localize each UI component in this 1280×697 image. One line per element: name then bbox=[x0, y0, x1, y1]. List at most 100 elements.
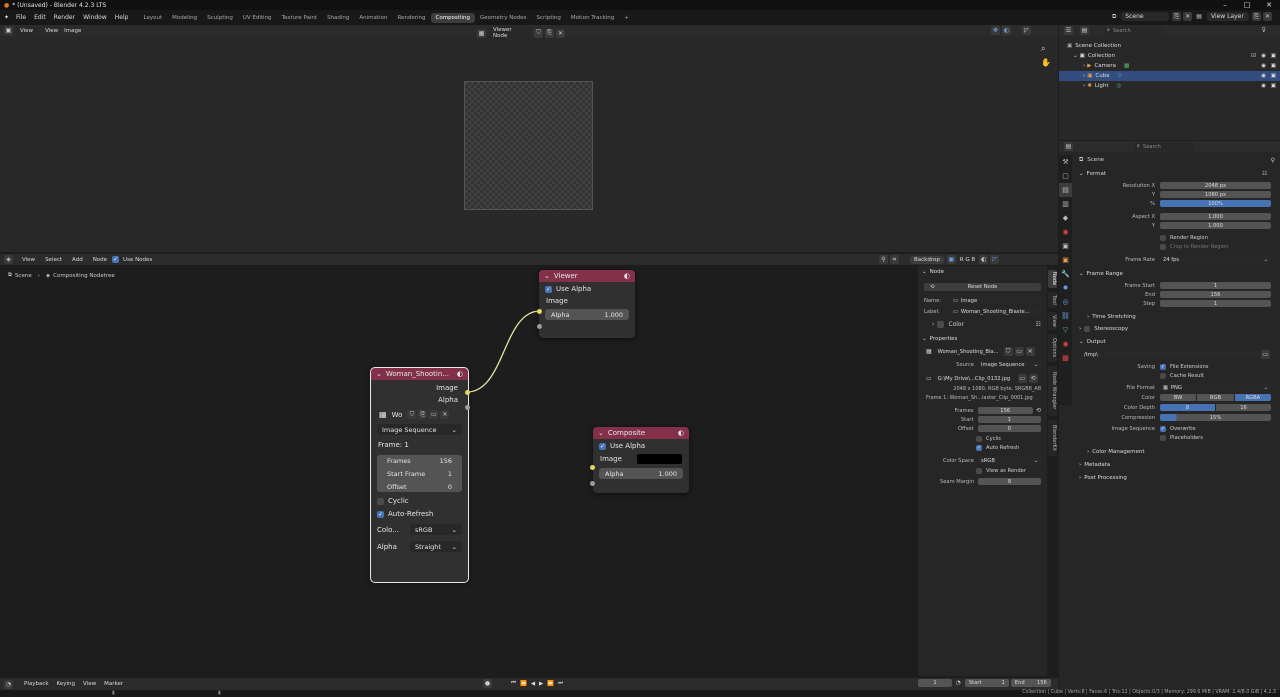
close-button[interactable]: ✕ bbox=[1258, 0, 1280, 10]
sidebar-fake-user-icon[interactable]: ⛉ bbox=[1003, 347, 1013, 356]
view-layer-selector[interactable]: View Layer bbox=[1206, 12, 1249, 21]
sidebar-tab-tool[interactable]: Tool bbox=[1048, 292, 1057, 308]
timeline-menu-marker[interactable]: Marker bbox=[104, 681, 123, 687]
alpha-output-socket[interactable] bbox=[465, 405, 470, 410]
color-space-dropdown[interactable]: sRGB bbox=[415, 526, 432, 534]
metadata-header[interactable]: Metadata bbox=[1084, 462, 1110, 468]
time-stretching-header[interactable]: Time Stretching bbox=[1092, 314, 1136, 320]
auto-refresh-checkbox[interactable]: ✓ bbox=[377, 510, 384, 518]
outliner-item-scene-collection[interactable]: ▣ Scene Collection bbox=[1059, 41, 1280, 51]
world-tab-icon[interactable]: ◉ bbox=[1059, 225, 1072, 239]
sidebar-tab-options[interactable]: Options bbox=[1048, 334, 1057, 362]
aspect-y-field[interactable]: 1.000 bbox=[1208, 223, 1223, 229]
collection-exclude-checkbox[interactable]: ☑ bbox=[1251, 53, 1256, 59]
current-frame-field[interactable]: 1 bbox=[933, 680, 936, 686]
play-icon[interactable]: ▶ bbox=[539, 681, 543, 687]
render-tab-icon[interactable]: ▢ bbox=[1059, 169, 1072, 183]
new-scene-icon[interactable]: ⎘ bbox=[1172, 12, 1182, 21]
sidebar-tab-blenderkit[interactable]: BlenderKit bbox=[1048, 420, 1057, 456]
cube-render-icon[interactable]: ▣ bbox=[1271, 73, 1276, 79]
output-header[interactable]: Output bbox=[1087, 339, 1106, 345]
compression-field[interactable]: 15% bbox=[1210, 415, 1222, 421]
stereoscopy-header[interactable]: Stereoscopy bbox=[1094, 326, 1128, 332]
composite-node[interactable]: ⌄ Composite ◐ ✓ Use Alpha Image Alpha 1.000 bbox=[593, 427, 689, 493]
chevron-right-icon-light[interactable]: › bbox=[1083, 83, 1085, 89]
material-tab-icon[interactable]: ◉ bbox=[1059, 337, 1072, 351]
view-layer-tab-icon[interactable]: ▥ bbox=[1059, 197, 1072, 211]
composite-use-alpha-checkbox[interactable]: ✓ bbox=[599, 442, 606, 450]
cube-visibility-icon[interactable]: ◉ bbox=[1261, 73, 1266, 79]
texture-tab-icon[interactable]: ▩ bbox=[1059, 351, 1072, 365]
preset-list-icon[interactable]: ☷ bbox=[1262, 171, 1267, 177]
composite-color-swatch[interactable] bbox=[637, 454, 682, 464]
chevron-right-icon-post[interactable]: › bbox=[1079, 475, 1081, 481]
overwrite-checkbox[interactable]: ✓ bbox=[1160, 426, 1166, 432]
image-fake-user-icon[interactable]: ⛉ bbox=[407, 410, 417, 419]
sidebar-folder-icon[interactable]: ▭ bbox=[1014, 347, 1024, 356]
collapse-icon-image[interactable]: ⌄ bbox=[376, 370, 382, 378]
node-label-field[interactable]: Woman_Shooting_Blaste... bbox=[961, 309, 1030, 315]
chevron-right-icon-color[interactable]: › bbox=[932, 321, 934, 328]
seam-value[interactable]: 8 bbox=[1008, 479, 1011, 485]
sidebar-image-name[interactable]: Woman_Shooting_Bla... bbox=[938, 349, 999, 355]
sb-auto-refresh-checkbox[interactable]: ✓ bbox=[976, 445, 982, 451]
alpha-mode-dropdown[interactable]: Straight bbox=[415, 543, 441, 551]
object-tab-icon[interactable]: ▣ bbox=[1059, 253, 1072, 267]
file-extensions-checkbox[interactable]: ✓ bbox=[1160, 364, 1166, 370]
cache-result-checkbox[interactable] bbox=[1160, 373, 1166, 379]
modifier-tab-icon[interactable]: 🔧 bbox=[1059, 267, 1072, 281]
chevron-down-icon-output[interactable]: ⌄ bbox=[1079, 339, 1084, 345]
sb-start-value[interactable]: 1 bbox=[1008, 417, 1011, 423]
offset-value[interactable]: 0 bbox=[448, 483, 452, 491]
colorspace-dropdown[interactable]: sRGB bbox=[981, 458, 995, 464]
timeline-menu-playback[interactable]: Playback bbox=[24, 681, 49, 687]
cyclic-checkbox[interactable] bbox=[377, 497, 384, 505]
image-duplicate-icon[interactable]: ⎘ bbox=[418, 410, 428, 419]
image-name-field[interactable]: Wo bbox=[392, 411, 403, 419]
composite-image-socket[interactable] bbox=[590, 465, 595, 470]
sidebar-unlink-icon[interactable]: ✕ bbox=[1025, 347, 1035, 356]
image-output-socket[interactable] bbox=[465, 390, 470, 395]
sb-cyclic-checkbox[interactable] bbox=[976, 436, 982, 442]
image-source-dropdown[interactable]: Image Sequence bbox=[382, 426, 437, 434]
timeline-menu-view[interactable]: View bbox=[83, 681, 96, 687]
stereoscopy-checkbox[interactable] bbox=[1084, 326, 1091, 332]
crop-checkbox[interactable] bbox=[1160, 244, 1166, 250]
post-processing-header[interactable]: Post Processing bbox=[1084, 475, 1127, 481]
file-format-dropdown[interactable]: PNG bbox=[1171, 385, 1182, 391]
filepath-reload-icon[interactable]: ⟲ bbox=[1028, 374, 1038, 383]
format-header[interactable]: Format bbox=[1087, 171, 1106, 177]
source-dropdown[interactable]: Image Sequence bbox=[981, 362, 1024, 368]
timeline-type-icon[interactable]: ◔ bbox=[4, 679, 13, 689]
outliner-type-icon[interactable]: ☰ bbox=[1064, 26, 1073, 35]
collection-render-icon[interactable]: ▣ bbox=[1271, 53, 1276, 59]
reset-node-button[interactable]: Reset Node bbox=[968, 284, 998, 290]
tool-tab-icon[interactable]: ⚒ bbox=[1059, 155, 1072, 169]
sidebar-tab-node[interactable]: Node bbox=[1048, 270, 1057, 288]
frame-range-header[interactable]: Frame Range bbox=[1087, 271, 1123, 277]
viewer-alpha-socket[interactable] bbox=[537, 324, 542, 329]
color-checkbox[interactable] bbox=[937, 321, 945, 328]
record-icon[interactable]: ● bbox=[483, 679, 492, 688]
sidebar-node-header[interactable]: Node bbox=[930, 269, 944, 275]
chevron-right-icon-ts[interactable]: › bbox=[1087, 314, 1089, 320]
scene-selector[interactable]: Scene bbox=[1121, 12, 1170, 21]
sb-offset-value[interactable]: 0 bbox=[1008, 426, 1011, 432]
sidebar-tab-view[interactable]: View bbox=[1048, 312, 1057, 330]
chevron-down-icon-coll[interactable]: ⌄ bbox=[1073, 53, 1078, 59]
filepath-field[interactable]: G:\My Drive\...Clip_0132.jpg bbox=[938, 376, 1011, 382]
collection-visibility-icon[interactable]: ◉ bbox=[1261, 53, 1266, 59]
composite-alpha-socket[interactable] bbox=[590, 481, 595, 486]
image-node[interactable]: ⌄ Woman_Shootin... ◐ Image Alpha ▦ Wo ⛉ ⎘ … bbox=[370, 367, 469, 583]
output-path-field[interactable]: /tmp\ bbox=[1084, 352, 1098, 358]
render-region-checkbox[interactable] bbox=[1160, 235, 1166, 241]
sidebar-tab-node-wrangler[interactable]: Node Wrangler bbox=[1048, 366, 1057, 416]
output-tab-icon[interactable]: ▤ bbox=[1059, 183, 1072, 197]
color-bw-button[interactable]: BW bbox=[1160, 394, 1197, 401]
sidebar-image-browse-icon[interactable]: ▦ bbox=[926, 348, 932, 355]
play-reverse-icon[interactable]: ◀ bbox=[531, 681, 535, 687]
properties-type-icon[interactable]: ▤ bbox=[1064, 142, 1073, 151]
jump-start-icon[interactable]: ⏮ bbox=[511, 680, 516, 687]
view-as-render-checkbox[interactable] bbox=[976, 468, 982, 474]
outliner-item-cube[interactable]: › ▣ Cube ▽ ◉ ▣ bbox=[1059, 71, 1280, 81]
